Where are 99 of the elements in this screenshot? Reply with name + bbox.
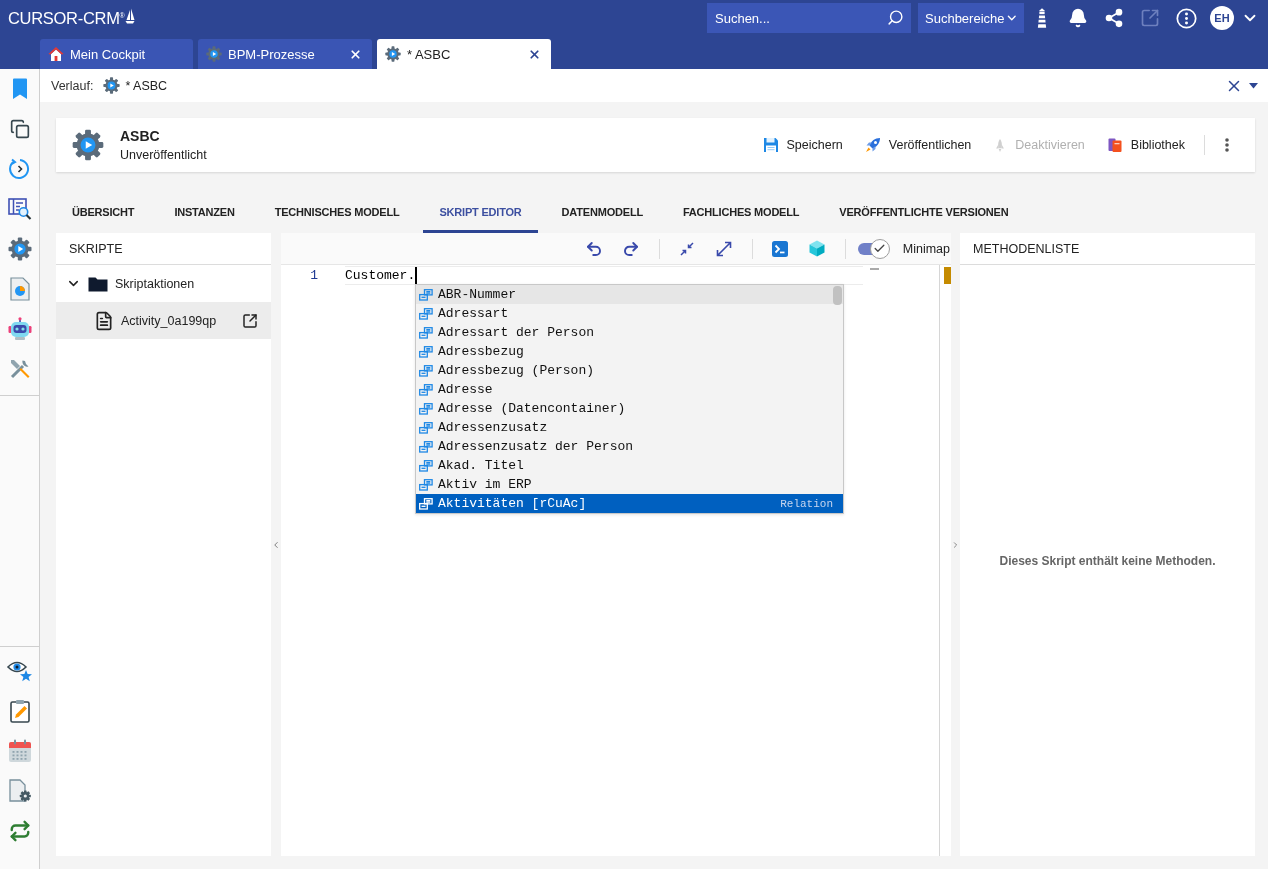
section-tab[interactable]: DATENMODELL [545, 190, 659, 233]
check-icon [873, 242, 887, 255]
gear-play-icon [7, 237, 32, 261]
suggestion-item[interactable]: Adresse [416, 380, 843, 399]
field-icon [419, 345, 433, 358]
dots-circle-icon [1175, 7, 1197, 29]
field-icon [419, 440, 433, 453]
field-icon [419, 421, 433, 434]
field-icon [419, 383, 433, 396]
suggestion-item[interactable]: Adressbezug [416, 342, 843, 361]
close-icon[interactable] [528, 47, 541, 61]
suggestion-item[interactable]: Adressbezug (Person) [416, 361, 843, 380]
suggestion-item[interactable]: Adressart [416, 304, 843, 323]
field-icon [419, 307, 433, 320]
rocket-icon [864, 137, 881, 153]
user-avatar[interactable]: EH [1210, 6, 1234, 30]
suggestion-item[interactable]: Aktivitäten [rCuAc] Relation [416, 494, 843, 513]
field-icon [419, 478, 433, 491]
robot-icon [7, 317, 32, 341]
tab[interactable]: BPM-Prozesse [198, 39, 372, 69]
scrollbar-thumb[interactable] [833, 286, 842, 305]
redo-icon [622, 239, 641, 258]
vertical-dots-icon [1225, 138, 1229, 152]
folder-icon [88, 275, 108, 292]
cube-icon [809, 240, 826, 257]
document-gear-icon [7, 779, 32, 803]
minimap-switch[interactable] [857, 237, 890, 260]
suggestion-item[interactable]: Adressenzusatz [416, 418, 843, 437]
line-number: 1 [309, 267, 319, 285]
section-tab[interactable]: ÜBERSICHT [56, 190, 151, 233]
cursor-position-marker [944, 267, 951, 284]
section-tab[interactable]: INSTANZEN [158, 190, 251, 233]
history-menu-button[interactable] [1249, 82, 1258, 89]
minimap-label: Minimap [902, 241, 950, 256]
books-icon [1106, 137, 1123, 153]
bell-icon [1068, 8, 1088, 28]
list-search-icon [7, 197, 32, 221]
gear-play-icon [72, 129, 104, 161]
text-cursor [415, 267, 418, 284]
empty-message: Dieses Skript enthält keine Methoden. [999, 553, 1216, 568]
suggestion-item[interactable]: Adressart der Person [416, 323, 843, 342]
field-icon [419, 459, 433, 472]
copy-icon [9, 119, 30, 139]
tab[interactable]: * ASBC [377, 39, 551, 69]
calendar-icon [7, 739, 32, 763]
caret-down-icon [1249, 82, 1258, 89]
suggestion-item[interactable]: Adresse (Datencontainer) [416, 399, 843, 418]
suggestion-detail: Relation [780, 497, 833, 510]
tree-folder[interactable]: Skriptaktionen [56, 265, 271, 302]
clipboard-pencil-icon [9, 699, 30, 723]
record-status: Unveröffentlicht [120, 148, 207, 162]
tools-icon [8, 358, 31, 380]
undo-icon [585, 239, 604, 258]
expand-arrows-icon [716, 240, 733, 257]
close-icon[interactable] [349, 47, 362, 61]
section-tab[interactable]: FACHLICHES MODELL [666, 190, 816, 233]
history-icon [8, 158, 31, 180]
search-icon[interactable] [887, 9, 904, 26]
sailboat-icon [125, 8, 136, 24]
bookmark-icon [11, 78, 28, 100]
repeat-icon [8, 820, 31, 842]
document-icon [94, 310, 114, 331]
external-link-icon [1140, 8, 1160, 28]
suggestion-item[interactable]: Aktiv im ERP [416, 475, 843, 494]
tab[interactable]: Mein Cockpit [40, 39, 193, 69]
field-icon [419, 402, 433, 415]
suggestion-item[interactable]: Adressenzusatz der Person [416, 437, 843, 456]
field-icon [419, 364, 433, 377]
section-tab[interactable]: TECHNISCHES MODELL [258, 190, 416, 233]
history-label: Verlauf: [51, 78, 94, 93]
house-icon [48, 46, 64, 62]
terminal-icon [772, 240, 789, 257]
record-title: ASBC [120, 128, 161, 144]
field-icon [419, 288, 433, 301]
search-field[interactable]: Suchen... [707, 3, 911, 33]
panel-title: METHODENLISTE [973, 241, 1080, 256]
code-text: Customer. [345, 268, 416, 283]
suggestion-item[interactable]: ABR-Nummer [416, 285, 843, 304]
section-tab[interactable]: VERÖFFENTLICHTE VERSIONEN [823, 190, 1025, 233]
action-button[interactable]: Veröffentlichen [853, 130, 983, 160]
eye-star-icon [6, 659, 33, 683]
tree-file[interactable]: Activity_0a199qp [56, 302, 271, 339]
action-button[interactable]: Bibliothek [1095, 130, 1196, 160]
action-button[interactable]: Speichern [751, 130, 854, 160]
app-logo: CURSOR-CRM$^{®}$ [8, 8, 125, 28]
gear-play-icon [206, 46, 222, 62]
gear-play-icon [385, 46, 401, 62]
field-icon [419, 497, 433, 510]
gear-play-icon [103, 77, 121, 94]
collapse-arrows-icon [680, 241, 695, 256]
lighthouse-icon [1035, 7, 1049, 29]
search-scope-dropdown[interactable]: Suchbereiche [918, 3, 1024, 33]
field-icon [419, 326, 433, 339]
panel-title: SKRIPTE [69, 241, 123, 256]
history-link[interactable]: * ASBC [103, 77, 168, 94]
suggestion-item[interactable]: Akad. Titel [416, 456, 843, 475]
share-icon [1104, 8, 1124, 28]
external-link-icon[interactable] [242, 312, 258, 329]
pie-chart-document-icon [9, 277, 30, 301]
